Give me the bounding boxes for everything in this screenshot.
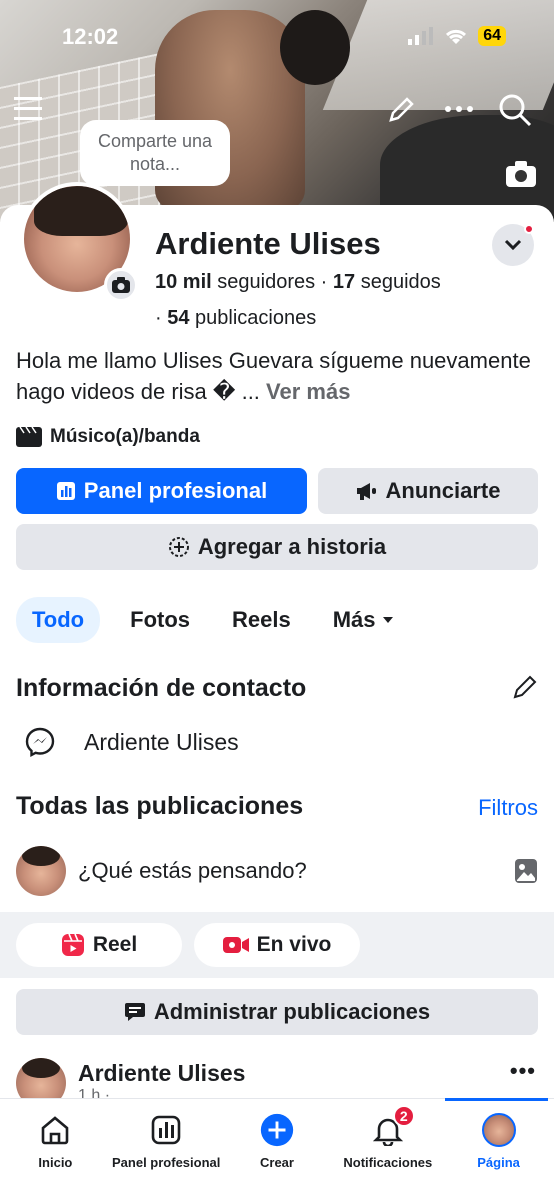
nav-panel-label: Panel profesional xyxy=(112,1155,221,1170)
composer-placeholder: ¿Qué estás pensando? xyxy=(78,858,307,883)
tab-fotos[interactable]: Fotos xyxy=(114,597,206,643)
live-button[interactable]: En vivo xyxy=(194,923,360,967)
tab-mas[interactable]: Más xyxy=(317,597,410,643)
contact-messenger-row[interactable]: Ardiente Ulises xyxy=(24,726,239,758)
avatar-camera-button[interactable] xyxy=(104,268,138,302)
cover-head xyxy=(280,10,350,85)
signal-icon xyxy=(408,27,434,45)
video-camera-icon xyxy=(222,937,249,953)
edit-pencil-icon[interactable] xyxy=(512,674,538,700)
dashboard-icon xyxy=(56,482,75,500)
nav-avatar-image xyxy=(481,1113,516,1147)
nav-inicio-label: Inicio xyxy=(38,1155,73,1170)
nav-panel-profesional[interactable]: Panel profesional xyxy=(111,1099,222,1200)
clapperboard-icon xyxy=(16,427,42,447)
dashboard-icon xyxy=(149,1113,183,1147)
photo-icon[interactable] xyxy=(514,858,538,884)
pencil-icon[interactable] xyxy=(386,95,416,125)
plus-icon xyxy=(260,1113,294,1147)
home-icon xyxy=(38,1113,72,1147)
followers-count: 10 mil xyxy=(155,271,212,293)
all-posts-title: Todas las publicaciones xyxy=(16,792,304,820)
live-label: En vivo xyxy=(256,933,332,956)
following-count: 17 xyxy=(332,271,356,293)
post-more-icon[interactable]: ••• xyxy=(510,1058,536,1084)
search-icon[interactable] xyxy=(498,93,532,127)
see-more-link[interactable]: Ver más xyxy=(266,379,350,404)
reel-label: Reel xyxy=(92,933,138,956)
more-icon[interactable] xyxy=(444,105,474,113)
status-icons: 64 xyxy=(408,26,506,46)
wifi-icon xyxy=(446,29,467,44)
notification-dot xyxy=(524,224,534,234)
add-to-story-button[interactable]: Agregar a historia xyxy=(16,524,538,570)
battery-indicator: 64 xyxy=(478,26,506,46)
dot-separator: · xyxy=(155,307,168,329)
bottom-nav: Inicio Panel profesional Crear 2 Notific… xyxy=(0,1098,554,1200)
follow-stats[interactable]: 10 mil seguidores · 17 seguidos xyxy=(155,271,441,294)
camera-icon xyxy=(112,277,130,293)
menu-icon[interactable] xyxy=(14,95,42,121)
tab-reels[interactable]: Reels xyxy=(216,597,307,643)
profile-tabs: Todo Fotos Reels Más xyxy=(16,597,410,643)
megaphone-icon xyxy=(356,483,376,500)
dot-separator: · xyxy=(320,271,333,293)
messenger-name: Ardiente Ulises xyxy=(84,728,239,755)
nav-inicio[interactable]: Inicio xyxy=(0,1099,111,1200)
filters-link[interactable]: Filtros xyxy=(478,795,538,821)
nav-pagina-label: Página xyxy=(477,1155,520,1170)
messenger-icon xyxy=(25,727,55,758)
nav-crear-label: Crear xyxy=(260,1155,294,1170)
reel-button[interactable]: Reel xyxy=(16,923,182,967)
category-label: Músico(a)/banda xyxy=(50,426,200,447)
post-composer[interactable]: ¿Qué estás pensando? xyxy=(16,845,538,897)
posts-count: 54 xyxy=(167,307,190,329)
cover-camera-icon[interactable] xyxy=(505,160,537,188)
profile-bio: Hola me llamo Ulises Guevara sígueme nue… xyxy=(16,345,546,407)
manage-posts-button[interactable]: Administrar publicaciones xyxy=(16,989,538,1035)
nav-notificaciones-label: Notificaciones xyxy=(343,1155,433,1170)
avatar xyxy=(16,846,66,896)
bell-icon: 2 xyxy=(371,1105,415,1147)
note-bubble[interactable]: Comparte una nota... xyxy=(80,120,230,200)
add-to-story-label: Agregar a historia xyxy=(197,534,387,559)
professional-panel-label: Panel profesional xyxy=(83,478,268,503)
nav-pagina[interactable]: Página xyxy=(443,1098,554,1200)
post-author[interactable]: Ardiente Ulises xyxy=(78,1060,245,1087)
nav-notificaciones[interactable]: 2 Notificaciones xyxy=(332,1099,443,1200)
profile-category: Músico(a)/banda xyxy=(16,426,200,448)
chevron-down-icon xyxy=(504,239,522,251)
professional-panel-button[interactable]: Panel profesional xyxy=(16,468,307,514)
post-stats: · 54 publicaciones xyxy=(155,307,316,330)
tab-mas-label: Más xyxy=(332,607,376,632)
reel-icon xyxy=(61,933,84,956)
manage-posts-label: Administrar publicaciones xyxy=(153,999,431,1024)
followers-label: seguidores xyxy=(217,271,316,293)
status-time: 12:02 xyxy=(62,24,119,49)
notification-badge: 2 xyxy=(392,1105,415,1127)
avatar-hair xyxy=(34,186,128,236)
nav-crear[interactable]: Crear xyxy=(222,1099,333,1200)
add-circle-icon xyxy=(168,537,189,557)
contact-info-title: Información de contacto xyxy=(16,674,307,702)
advertise-button[interactable]: Anunciarte xyxy=(318,468,538,514)
caret-down-icon xyxy=(382,617,393,623)
avatar xyxy=(481,1113,516,1147)
posts-label: publicaciones xyxy=(195,307,317,329)
advertise-label: Anunciarte xyxy=(385,478,501,503)
tab-todo[interactable]: Todo xyxy=(16,597,101,643)
comment-icon xyxy=(124,1003,145,1021)
following-label: seguidos xyxy=(360,271,441,293)
profile-name: Ardiente Ulises xyxy=(155,226,381,261)
